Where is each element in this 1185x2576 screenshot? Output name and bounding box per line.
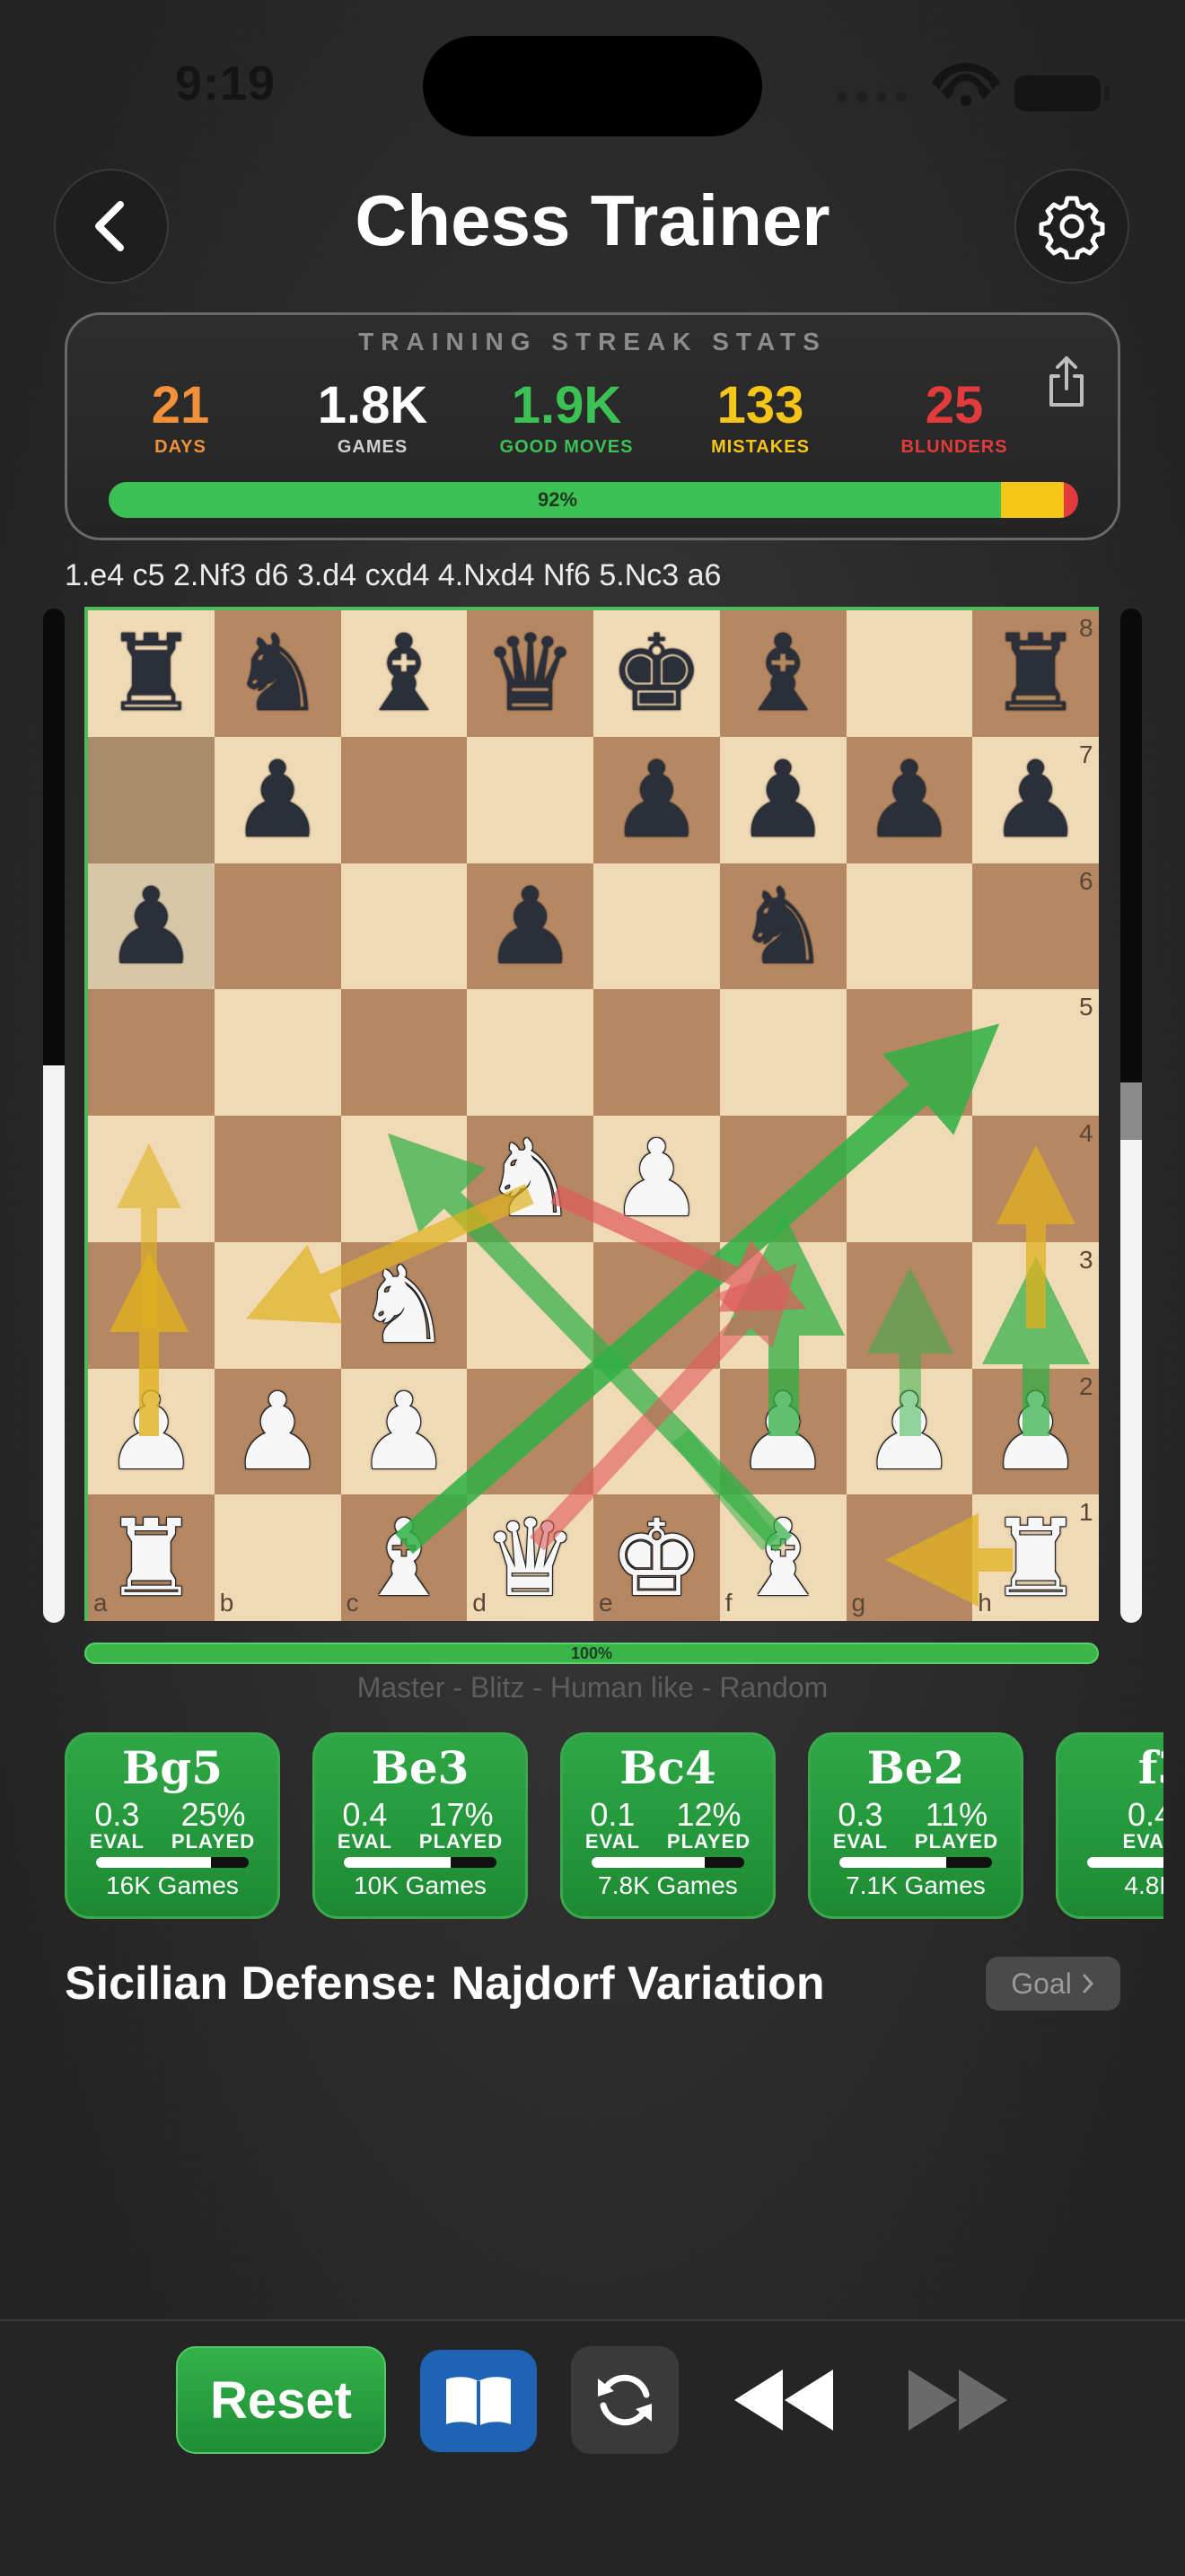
opening-name: Sicilian Defense: Najdorf Variation xyxy=(65,1958,825,2010)
battery-icon xyxy=(1014,75,1101,111)
rewind-icon[interactable] xyxy=(731,2366,838,2434)
move-history: 1.e4 c5 2.Nf3 d6 3.d4 cxd4 4.Nxd4 Nf6 5.… xyxy=(65,558,722,592)
move-card-bc4[interactable]: Bc4 0.1 EVAL 12% PLAYED 7.8K Games xyxy=(560,1732,776,1919)
result-bar xyxy=(96,1857,249,1868)
stat-good-moves: 1.9K GOOD MOVES xyxy=(477,376,656,458)
page-title: Chess Trainer xyxy=(355,180,830,260)
status-icons xyxy=(837,63,1110,111)
goal-button[interactable]: Goal xyxy=(986,1957,1120,2011)
played-label: PLAYED xyxy=(666,1830,751,1853)
result-bar-fill xyxy=(839,1857,946,1868)
progress-percent: 92% xyxy=(537,488,578,511)
wifi-icon xyxy=(932,63,1000,106)
chess-board[interactable]: ♜♞♝♛♚♝♜♟♟♟♟♟♟♟♞♞♟♞♟♟♟♟♟♟♜♝♛♚♝♜87654321ab… xyxy=(84,607,1099,1621)
move-card-be2[interactable]: Be2 0.3 EVAL 11% PLAYED 7.1K Games xyxy=(808,1732,1023,1919)
played-value: 25% xyxy=(180,1796,246,1833)
played-label: PLAYED xyxy=(914,1830,999,1853)
result-bar-fill xyxy=(1087,1857,1163,1868)
played-value: 12% xyxy=(676,1796,742,1833)
cellular-signal-icon xyxy=(837,92,907,102)
training-stats-panel: TRAINING STREAK STATS 21 DAYS 1.8K GAMES… xyxy=(65,312,1120,540)
game-settings-summary[interactable]: Master - Blitz - Human like - Random xyxy=(0,1671,1185,1704)
flip-board-button[interactable] xyxy=(571,2346,679,2454)
candidate-moves-list[interactable]: Bg5 0.3 EVAL 25% PLAYED 16K Games Be3 0.4 E… xyxy=(65,1732,1163,1923)
chevron-right-icon xyxy=(1083,1974,1093,1993)
move-san: f3 xyxy=(1137,1741,1163,1794)
share-icon[interactable] xyxy=(1046,355,1087,408)
arrow-bc4 xyxy=(672,1429,779,1551)
move-card-be3[interactable]: Be3 0.4 EVAL 17% PLAYED 10K Games xyxy=(312,1732,528,1919)
fast-forward-icon[interactable] xyxy=(903,2366,1011,2434)
move-san: Bc4 xyxy=(619,1741,716,1794)
games-count: 4.8K G xyxy=(1124,1871,1163,1899)
result-bar-fill xyxy=(592,1857,705,1868)
line-progress-label: 100% xyxy=(570,1644,613,1662)
arrow-bg5 xyxy=(395,1023,1000,1555)
eval-label: EVAL xyxy=(337,1830,392,1853)
reset-button[interactable]: Reset xyxy=(176,2346,386,2454)
move-card-f3[interactable]: f3 0.4EVAL 4.8K G xyxy=(1056,1732,1163,1919)
refresh-icon xyxy=(598,2374,652,2426)
eval-value: 0.3 xyxy=(838,1796,883,1833)
played-value: 17% xyxy=(428,1796,494,1833)
result-bar xyxy=(592,1857,744,1868)
goal-button-label: Goal xyxy=(1011,1967,1072,2000)
eval-value: 0.4 xyxy=(1127,1796,1163,1833)
move-san: Bg5 xyxy=(121,1741,223,1794)
games-count: 16K Games xyxy=(106,1871,239,1899)
result-bar xyxy=(344,1857,496,1868)
result-bar xyxy=(1087,1857,1163,1868)
stat-label: GAMES xyxy=(337,437,408,457)
played-value: 11% xyxy=(925,1796,988,1833)
result-bar-fill xyxy=(96,1857,211,1868)
mistakes-fill xyxy=(1000,482,1064,518)
opening-book-button[interactable] xyxy=(420,2350,537,2452)
played-label: PLAYED xyxy=(171,1830,256,1853)
status-time: 9:19 xyxy=(175,57,276,110)
eval-label: EVAL xyxy=(1122,1830,1163,1853)
eval-bar-white-fill xyxy=(1120,1085,1142,1623)
line-progress-bar: 100% xyxy=(84,1643,1099,1664)
stat-value: 1.8K xyxy=(317,376,428,434)
eval-bar-handle[interactable] xyxy=(1120,1082,1142,1140)
stats-title: TRAINING STREAK STATS xyxy=(358,328,827,355)
result-bar-fill xyxy=(344,1857,451,1868)
eval-bar-white-fill xyxy=(43,1065,65,1623)
stat-label: DAYS xyxy=(154,437,206,457)
stat-value: 21 xyxy=(151,376,210,434)
book-icon xyxy=(446,2377,511,2426)
blunders-fill xyxy=(1063,482,1078,518)
games-count: 7.1K Games xyxy=(846,1871,986,1899)
eval-value: 0.4 xyxy=(342,1796,388,1833)
move-arrows xyxy=(110,1023,1090,1607)
eval-bar-left xyxy=(43,609,65,1623)
move-san: Be2 xyxy=(866,1741,965,1794)
stat-mistakes: 133 MISTAKES xyxy=(671,376,850,458)
stat-games: 1.8K GAMES xyxy=(283,376,462,458)
games-count: 7.8K Games xyxy=(598,1871,738,1899)
eval-label: EVAL xyxy=(89,1830,145,1853)
eval-label: EVAL xyxy=(584,1830,640,1853)
games-count: 10K Games xyxy=(354,1871,487,1899)
eval-value: 0.1 xyxy=(590,1796,636,1833)
eval-bar-right[interactable] xyxy=(1120,609,1142,1623)
settings-button[interactable] xyxy=(1014,169,1129,284)
move-card-bg5[interactable]: Bg5 0.3 EVAL 25% PLAYED 16K Games xyxy=(65,1732,280,1919)
stat-label: GOOD MOVES xyxy=(499,437,634,457)
dynamic-island xyxy=(423,36,762,136)
stat-value: 1.9K xyxy=(511,376,622,434)
stat-label: BLUNDERS xyxy=(900,437,1008,457)
stat-value: 133 xyxy=(716,376,804,434)
move-san: Be3 xyxy=(371,1741,470,1794)
stat-value: 25 xyxy=(925,376,984,434)
result-bar xyxy=(839,1857,992,1868)
played-label: PLAYED xyxy=(418,1830,504,1853)
gear-icon xyxy=(1039,196,1105,259)
stat-days: 21 DAYS xyxy=(91,376,270,458)
eval-value: 0.3 xyxy=(94,1796,140,1833)
eval-label: EVAL xyxy=(832,1830,888,1853)
stat-blunders: 25 BLUNDERS xyxy=(865,376,1044,458)
stat-label: MISTAKES xyxy=(711,437,810,457)
